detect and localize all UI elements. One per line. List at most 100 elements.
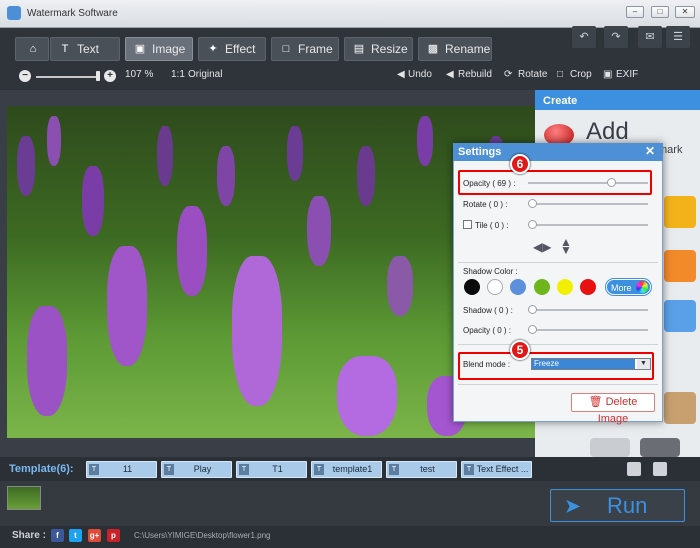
template-item[interactable]: T Text Effect ... bbox=[461, 461, 532, 478]
tab-image[interactable]: ▣ Image bbox=[125, 37, 193, 61]
template-icon: T bbox=[389, 464, 399, 475]
tab-text[interactable]: T Text bbox=[50, 37, 120, 61]
template-item-label: test bbox=[420, 464, 435, 474]
effect-icon: ✦ bbox=[208, 43, 218, 55]
blend-mode-value[interactable]: Freeze bbox=[532, 359, 635, 369]
swatch-white[interactable] bbox=[487, 279, 503, 295]
template-item[interactable]: Ttemplate1 bbox=[311, 461, 382, 478]
rotate-slider[interactable] bbox=[528, 203, 648, 205]
opacity-slider-thumb[interactable] bbox=[606, 178, 616, 187]
shadow-opacity-slider-thumb[interactable] bbox=[528, 325, 537, 334]
image-icon: ▣ bbox=[134, 43, 146, 55]
exif-button[interactable]: EXIF bbox=[616, 69, 638, 80]
shadow-opacity-slider[interactable] bbox=[528, 329, 648, 331]
template-item[interactable]: T Play bbox=[161, 461, 232, 478]
delete-image-button[interactable]: 🗑 Delete Image bbox=[571, 393, 655, 425]
chat-icon[interactable]: ✉ bbox=[638, 26, 662, 48]
tab-label: Frame bbox=[298, 42, 333, 56]
opacity-slider[interactable] bbox=[528, 182, 648, 184]
template-icon: T bbox=[314, 464, 324, 475]
template-item-label: template1 bbox=[332, 464, 373, 474]
tab-frame[interactable]: □ Frame bbox=[271, 37, 339, 61]
opacity-label: Opacity ( 69 ) : bbox=[463, 179, 516, 188]
watermark-thumb[interactable] bbox=[640, 438, 680, 457]
rebuild-button[interactable]: Rebuild bbox=[458, 69, 492, 80]
zoom-slider-thumb[interactable] bbox=[96, 71, 100, 81]
frame-icon: □ bbox=[282, 43, 290, 55]
pinterest-icon[interactable]: p bbox=[107, 529, 120, 542]
zoom-level: 107 % bbox=[125, 69, 154, 80]
swatch-blue[interactable] bbox=[510, 279, 526, 295]
add-watermark-label[interactable]: Add bbox=[586, 118, 629, 146]
rotate-button[interactable]: Rotate bbox=[518, 69, 547, 80]
watermark-thumb[interactable] bbox=[590, 438, 630, 457]
step-badge-5: 5 bbox=[510, 340, 530, 360]
tab-rename[interactable]: ▩ Rename bbox=[418, 37, 492, 61]
exif-icon: ▣ bbox=[603, 69, 613, 80]
original-button[interactable]: Original bbox=[188, 69, 222, 80]
flip-vertical-icon[interactable]: ▲ ▼ bbox=[560, 236, 572, 256]
run-arrow-icon: ➤ bbox=[565, 496, 581, 516]
original-size-icon[interactable]: 1:1 bbox=[171, 69, 185, 80]
zoom-out-icon[interactable]: − bbox=[19, 70, 31, 82]
resize-icon: ▤ bbox=[353, 43, 365, 55]
redo-icon[interactable]: ↷ bbox=[604, 26, 628, 48]
app-icon bbox=[7, 6, 21, 20]
close-icon[interactable]: ✕ bbox=[643, 144, 657, 158]
flip-horizontal-icon[interactable]: ◀▶ bbox=[533, 240, 551, 254]
tile-slider-thumb[interactable] bbox=[528, 220, 537, 229]
twitter-icon[interactable]: t bbox=[69, 529, 82, 542]
template-icon: T bbox=[239, 464, 249, 475]
image-thumbnail[interactable] bbox=[7, 486, 41, 510]
tile-checkbox[interactable] bbox=[463, 220, 472, 229]
rotate-slider-thumb[interactable] bbox=[528, 199, 537, 208]
settings-icon[interactable]: ☰ bbox=[666, 26, 690, 48]
shadow-slider-thumb[interactable] bbox=[528, 305, 537, 314]
swatch-yellow[interactable] bbox=[557, 279, 573, 295]
rename-icon: ▩ bbox=[427, 43, 439, 55]
undo-icon[interactable]: ↶ bbox=[572, 26, 596, 48]
rebuild-icon: ◀ bbox=[446, 69, 454, 80]
tab-label: Rename bbox=[445, 42, 491, 56]
zoom-slider[interactable] bbox=[36, 76, 98, 78]
close-button[interactable]: ✕ bbox=[675, 6, 695, 18]
swatch-red[interactable] bbox=[580, 279, 596, 295]
undo-button[interactable]: Undo bbox=[408, 69, 432, 80]
watermark-thumb[interactable] bbox=[664, 250, 696, 282]
template-list-icon[interactable] bbox=[653, 462, 667, 476]
crop-button[interactable]: Crop bbox=[570, 69, 592, 80]
template-item-label: 11 bbox=[122, 464, 133, 474]
save-template-icon[interactable] bbox=[627, 462, 641, 476]
facebook-icon[interactable]: f bbox=[51, 529, 64, 542]
swatch-black[interactable] bbox=[464, 279, 480, 295]
watermark-thumb[interactable] bbox=[664, 196, 696, 228]
tile-slider[interactable] bbox=[528, 224, 648, 226]
watermark-thumb[interactable] bbox=[664, 392, 696, 424]
undo-arrow-icon: ◀ bbox=[397, 69, 405, 80]
watermark-thumb[interactable] bbox=[664, 300, 696, 332]
color-wheel-icon bbox=[636, 281, 648, 293]
status-bar bbox=[0, 526, 700, 548]
tab-label: Resize bbox=[371, 42, 408, 56]
home-button[interactable]: ⌂ bbox=[15, 37, 49, 61]
settings-title: Settings bbox=[453, 143, 663, 161]
step-badge-6: 6 bbox=[510, 154, 530, 174]
template-item[interactable]: T 11 bbox=[86, 461, 157, 478]
tab-effect[interactable]: ✦ Effect bbox=[198, 37, 266, 61]
file-path: C:\Users\YIMIGE\Desktop\flower1.png bbox=[134, 531, 271, 540]
tab-resize[interactable]: ▤ Resize bbox=[344, 37, 413, 61]
tile-label: Tile ( 0 ) : bbox=[475, 221, 509, 230]
template-item[interactable]: Ttest bbox=[386, 461, 457, 478]
minimize-button[interactable]: – bbox=[626, 6, 644, 18]
maximize-button[interactable]: □ bbox=[651, 6, 669, 18]
divider bbox=[458, 344, 658, 345]
google-plus-icon[interactable]: g+ bbox=[88, 529, 101, 542]
text-icon: T bbox=[61, 43, 69, 55]
shadow-label: Shadow ( 0 ) : bbox=[463, 306, 513, 315]
shadow-slider[interactable] bbox=[528, 309, 648, 311]
template-item[interactable]: T T1 bbox=[236, 461, 307, 478]
zoom-in-icon[interactable]: + bbox=[104, 70, 116, 82]
tab-label: Text bbox=[77, 42, 100, 56]
chevron-down-icon[interactable]: ▼ bbox=[637, 359, 650, 369]
swatch-green[interactable] bbox=[534, 279, 550, 295]
